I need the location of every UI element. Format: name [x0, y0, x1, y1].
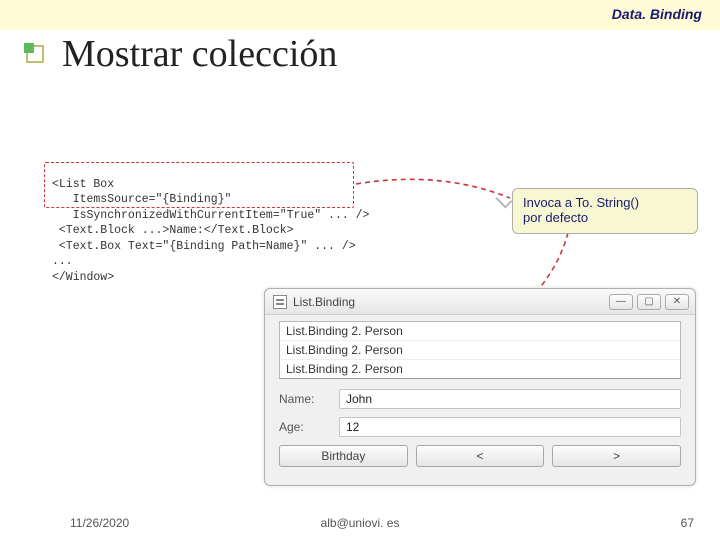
- name-label: Name:: [279, 392, 327, 406]
- window-titlebar[interactable]: List.Binding — ▢ ✕: [265, 289, 695, 315]
- listbinding-window: List.Binding — ▢ ✕ List.Binding 2. Perso…: [264, 288, 696, 486]
- paperclip-icon: [496, 192, 513, 209]
- people-listbox[interactable]: List.Binding 2. Person List.Binding 2. P…: [279, 321, 681, 379]
- age-input[interactable]: 12: [339, 417, 681, 437]
- prev-button[interactable]: <: [416, 445, 545, 467]
- slide-title: Mostrar colección: [62, 32, 337, 76]
- birthday-button[interactable]: Birthday: [279, 445, 408, 467]
- bullet-icon: [26, 45, 44, 63]
- maximize-button[interactable]: ▢: [637, 294, 661, 310]
- callout-line1: Invoca a To. String(): [523, 195, 687, 210]
- footer-email: alb@uniovi. es: [321, 516, 400, 530]
- name-input[interactable]: John: [339, 389, 681, 409]
- list-item[interactable]: List.Binding 2. Person: [280, 322, 680, 341]
- age-label: Age:: [279, 420, 327, 434]
- window-icon: [273, 295, 287, 309]
- slide-footer: 11/26/2020 alb@uniovi. es 67: [0, 516, 720, 530]
- close-button[interactable]: ✕: [665, 294, 689, 310]
- window-title: List.Binding: [293, 295, 609, 309]
- listbox-xaml-highlight-box: [44, 162, 354, 208]
- minimize-button[interactable]: —: [609, 294, 633, 310]
- footer-page-number: 67: [681, 516, 694, 530]
- list-item[interactable]: List.Binding 2. Person: [280, 360, 680, 378]
- title-row: Mostrar colección: [26, 32, 337, 76]
- footer-date: 11/26/2020: [70, 516, 129, 530]
- list-item[interactable]: List.Binding 2. Person: [280, 341, 680, 360]
- next-button[interactable]: >: [552, 445, 681, 467]
- callout-line2: por defecto: [523, 210, 687, 225]
- tostring-callout: Invoca a To. String() por defecto: [512, 188, 698, 234]
- header-topic-label: Data. Binding: [612, 6, 702, 22]
